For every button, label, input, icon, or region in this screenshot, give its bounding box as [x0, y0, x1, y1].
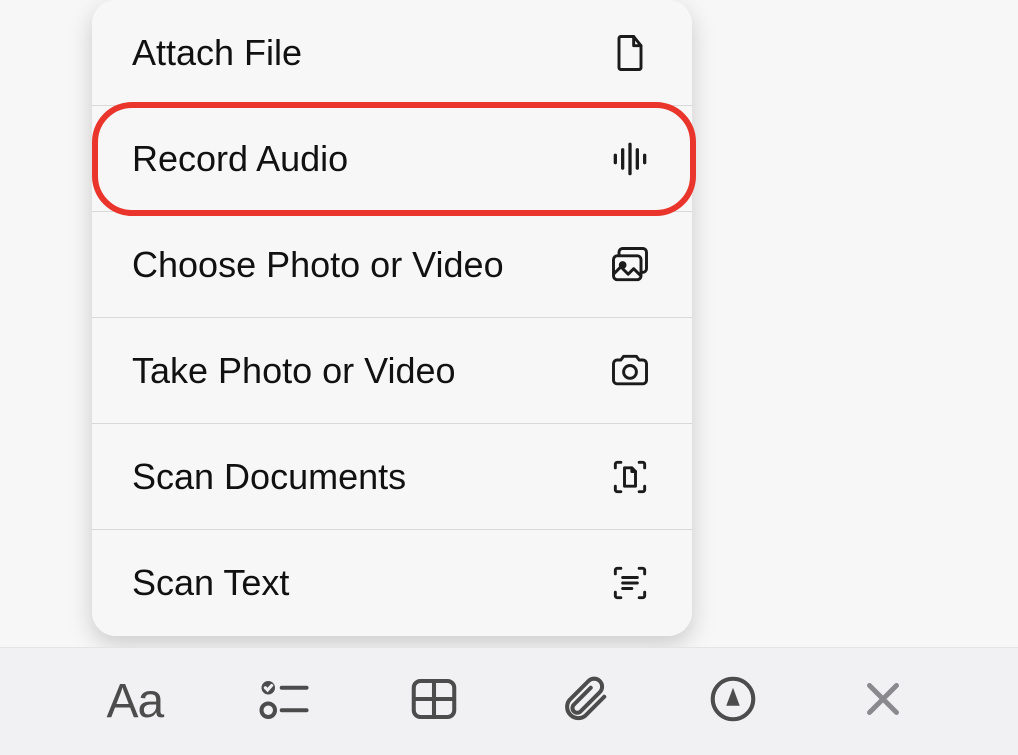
menu-item-label: Scan Text — [132, 562, 289, 604]
menu-item-label: Choose Photo or Video — [132, 244, 504, 286]
menu-item-attach-file[interactable]: Attach File — [92, 0, 692, 106]
gallery-icon — [608, 243, 652, 287]
close-button[interactable] — [843, 662, 923, 742]
attachment-menu: Attach File Record Audio — [92, 0, 692, 636]
paperclip-icon — [557, 672, 611, 731]
checklist-icon — [257, 672, 311, 731]
table-icon — [407, 672, 461, 731]
file-icon — [608, 31, 652, 75]
waveform-icon — [608, 137, 652, 181]
menu-item-record-audio[interactable]: Record Audio — [92, 106, 692, 212]
markup-button[interactable] — [693, 662, 773, 742]
text-format-button[interactable]: Aa — [95, 662, 175, 742]
menu-item-label: Scan Documents — [132, 456, 406, 498]
camera-icon — [608, 349, 652, 393]
bottom-toolbar: Aa — [0, 647, 1018, 755]
checklist-button[interactable] — [244, 662, 324, 742]
table-button[interactable] — [394, 662, 474, 742]
aa-icon: Aa — [106, 674, 163, 729]
scan-doc-icon — [608, 455, 652, 499]
menu-item-take-photo[interactable]: Take Photo or Video — [92, 318, 692, 424]
menu-item-scan-text[interactable]: Scan Text — [92, 530, 692, 636]
menu-item-choose-photo[interactable]: Choose Photo or Video — [92, 212, 692, 318]
menu-item-label: Record Audio — [132, 138, 348, 180]
close-icon — [856, 672, 910, 731]
markup-icon — [706, 672, 760, 731]
menu-item-scan-documents[interactable]: Scan Documents — [92, 424, 692, 530]
scan-text-icon — [608, 561, 652, 605]
menu-item-label: Attach File — [132, 32, 302, 74]
menu-item-label: Take Photo or Video — [132, 350, 456, 392]
attach-button[interactable] — [544, 662, 624, 742]
